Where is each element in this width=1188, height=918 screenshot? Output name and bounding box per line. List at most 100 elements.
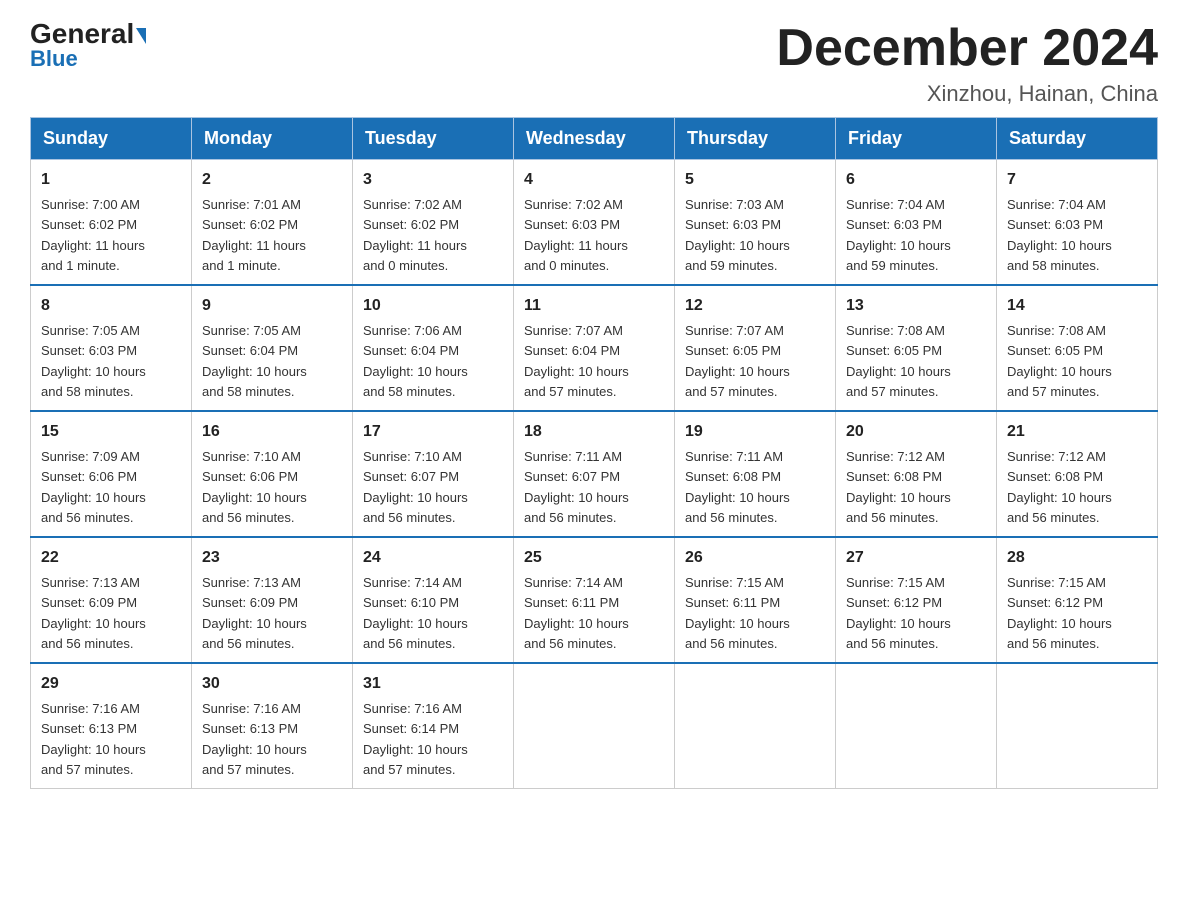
day-info: Sunrise: 7:06 AMSunset: 6:04 PMDaylight:… (363, 323, 468, 399)
day-info: Sunrise: 7:15 AMSunset: 6:12 PMDaylight:… (846, 575, 951, 651)
calendar-table: SundayMondayTuesdayWednesdayThursdayFrid… (30, 117, 1158, 789)
calendar-cell: 24Sunrise: 7:14 AMSunset: 6:10 PMDayligh… (353, 537, 514, 663)
day-info: Sunrise: 7:03 AMSunset: 6:03 PMDaylight:… (685, 197, 790, 273)
page-header: General Blue December 2024 Xinzhou, Hain… (30, 20, 1158, 107)
calendar-cell: 2 Sunrise: 7:01 AMSunset: 6:02 PMDaylight… (192, 160, 353, 286)
day-number: 16 (202, 420, 342, 444)
week-row-4: 22 Sunrise: 7:13 AMSunset: 6:09 PMDayligh… (31, 537, 1158, 663)
day-number: 27 (846, 546, 986, 570)
day-info: Sunrise: 7:16 AMSunset: 6:14 PMDaylight:… (363, 701, 468, 777)
day-info: Sunrise: 7:05 AMSunset: 6:03 PMDaylight:… (41, 323, 146, 399)
calendar-cell (514, 663, 675, 789)
week-row-1: 1Sunrise: 7:00 AMSunset: 6:02 PMDaylight… (31, 160, 1158, 286)
calendar-cell: 6Sunrise: 7:04 AMSunset: 6:03 PMDaylight… (836, 160, 997, 286)
calendar-cell: 12 Sunrise: 7:07 AMSunset: 6:05 PMDayligh… (675, 285, 836, 411)
day-info: Sunrise: 7:11 AMSunset: 6:08 PMDaylight:… (685, 449, 790, 525)
day-number: 26 (685, 546, 825, 570)
day-number: 23 (202, 546, 342, 570)
day-number: 7 (1007, 168, 1147, 192)
header-day-friday: Friday (836, 118, 997, 160)
day-number: 5 (685, 168, 825, 192)
week-row-2: 8 Sunrise: 7:05 AMSunset: 6:03 PMDaylight… (31, 285, 1158, 411)
day-number: 31 (363, 672, 503, 696)
day-info: Sunrise: 7:02 AMSunset: 6:03 PMDaylight:… (524, 197, 628, 273)
calendar-cell: 19Sunrise: 7:11 AMSunset: 6:08 PMDayligh… (675, 411, 836, 537)
day-number: 22 (41, 546, 181, 570)
day-number: 30 (202, 672, 342, 696)
day-info: Sunrise: 7:07 AMSunset: 6:04 PMDaylight:… (524, 323, 629, 399)
header-day-sunday: Sunday (31, 118, 192, 160)
calendar-cell (997, 663, 1158, 789)
calendar-cell: 26Sunrise: 7:15 AMSunset: 6:11 PMDayligh… (675, 537, 836, 663)
calendar-cell: 11 Sunrise: 7:07 AMSunset: 6:04 PMDayligh… (514, 285, 675, 411)
logo-triangle-icon (136, 28, 146, 44)
calendar-cell: 28 Sunrise: 7:15 AMSunset: 6:12 PMDayligh… (997, 537, 1158, 663)
day-number: 6 (846, 168, 986, 192)
day-info: Sunrise: 7:12 AMSunset: 6:08 PMDaylight:… (1007, 449, 1112, 525)
day-number: 8 (41, 294, 181, 318)
day-info: Sunrise: 7:04 AMSunset: 6:03 PMDaylight:… (1007, 197, 1112, 273)
calendar-cell: 29 Sunrise: 7:16 AMSunset: 6:13 PMDayligh… (31, 663, 192, 789)
day-number: 12 (685, 294, 825, 318)
day-number: 13 (846, 294, 986, 318)
day-info: Sunrise: 7:11 AMSunset: 6:07 PMDaylight:… (524, 449, 629, 525)
day-info: Sunrise: 7:09 AMSunset: 6:06 PMDaylight:… (41, 449, 146, 525)
calendar-cell: 3Sunrise: 7:02 AMSunset: 6:02 PMDaylight… (353, 160, 514, 286)
calendar-body: 1Sunrise: 7:00 AMSunset: 6:02 PMDaylight… (31, 160, 1158, 789)
day-number: 14 (1007, 294, 1147, 318)
calendar-cell: 15 Sunrise: 7:09 AMSunset: 6:06 PMDayligh… (31, 411, 192, 537)
day-info: Sunrise: 7:01 AMSunset: 6:02 PMDaylight:… (202, 197, 306, 273)
day-info: Sunrise: 7:13 AMSunset: 6:09 PMDaylight:… (41, 575, 146, 651)
calendar-cell: 16 Sunrise: 7:10 AMSunset: 6:06 PMDayligh… (192, 411, 353, 537)
calendar-cell: 20 Sunrise: 7:12 AMSunset: 6:08 PMDayligh… (836, 411, 997, 537)
week-row-5: 29 Sunrise: 7:16 AMSunset: 6:13 PMDayligh… (31, 663, 1158, 789)
day-number: 21 (1007, 420, 1147, 444)
day-info: Sunrise: 7:14 AMSunset: 6:10 PMDaylight:… (363, 575, 468, 651)
day-number: 15 (41, 420, 181, 444)
calendar-cell: 5 Sunrise: 7:03 AMSunset: 6:03 PMDaylight… (675, 160, 836, 286)
calendar-header: SundayMondayTuesdayWednesdayThursdayFrid… (31, 118, 1158, 160)
calendar-cell: 1Sunrise: 7:00 AMSunset: 6:02 PMDaylight… (31, 160, 192, 286)
calendar-cell: 25 Sunrise: 7:14 AMSunset: 6:11 PMDayligh… (514, 537, 675, 663)
day-number: 1 (41, 168, 181, 192)
day-info: Sunrise: 7:15 AMSunset: 6:12 PMDaylight:… (1007, 575, 1112, 651)
day-info: Sunrise: 7:10 AMSunset: 6:06 PMDaylight:… (202, 449, 307, 525)
calendar-cell (836, 663, 997, 789)
location-title: Xinzhou, Hainan, China (776, 81, 1158, 107)
calendar-cell: 18Sunrise: 7:11 AMSunset: 6:07 PMDayligh… (514, 411, 675, 537)
day-number: 11 (524, 294, 664, 318)
header-day-wednesday: Wednesday (514, 118, 675, 160)
day-number: 25 (524, 546, 664, 570)
header-row: SundayMondayTuesdayWednesdayThursdayFrid… (31, 118, 1158, 160)
logo-text: General (30, 20, 146, 48)
day-number: 2 (202, 168, 342, 192)
calendar-cell: 14 Sunrise: 7:08 AMSunset: 6:05 PMDayligh… (997, 285, 1158, 411)
header-day-thursday: Thursday (675, 118, 836, 160)
calendar-cell: 10 Sunrise: 7:06 AMSunset: 6:04 PMDayligh… (353, 285, 514, 411)
calendar-cell: 23 Sunrise: 7:13 AMSunset: 6:09 PMDayligh… (192, 537, 353, 663)
month-title: December 2024 (776, 20, 1158, 77)
day-number: 4 (524, 168, 664, 192)
calendar-cell: 17Sunrise: 7:10 AMSunset: 6:07 PMDayligh… (353, 411, 514, 537)
calendar-cell: 22 Sunrise: 7:13 AMSunset: 6:09 PMDayligh… (31, 537, 192, 663)
day-info: Sunrise: 7:12 AMSunset: 6:08 PMDaylight:… (846, 449, 951, 525)
day-info: Sunrise: 7:14 AMSunset: 6:11 PMDaylight:… (524, 575, 629, 651)
day-number: 29 (41, 672, 181, 696)
day-info: Sunrise: 7:08 AMSunset: 6:05 PMDaylight:… (846, 323, 951, 399)
day-number: 28 (1007, 546, 1147, 570)
logo-area: General Blue (30, 20, 146, 72)
day-number: 10 (363, 294, 503, 318)
day-number: 9 (202, 294, 342, 318)
day-info: Sunrise: 7:13 AMSunset: 6:09 PMDaylight:… (202, 575, 307, 651)
header-day-monday: Monday (192, 118, 353, 160)
calendar-cell: 9Sunrise: 7:05 AMSunset: 6:04 PMDaylight… (192, 285, 353, 411)
day-info: Sunrise: 7:16 AMSunset: 6:13 PMDaylight:… (41, 701, 146, 777)
day-info: Sunrise: 7:16 AMSunset: 6:13 PMDaylight:… (202, 701, 307, 777)
calendar-cell (675, 663, 836, 789)
calendar-cell: 4 Sunrise: 7:02 AMSunset: 6:03 PMDaylight… (514, 160, 675, 286)
calendar-cell: 13 Sunrise: 7:08 AMSunset: 6:05 PMDayligh… (836, 285, 997, 411)
day-number: 20 (846, 420, 986, 444)
day-info: Sunrise: 7:08 AMSunset: 6:05 PMDaylight:… (1007, 323, 1112, 399)
week-row-3: 15 Sunrise: 7:09 AMSunset: 6:06 PMDayligh… (31, 411, 1158, 537)
day-info: Sunrise: 7:07 AMSunset: 6:05 PMDaylight:… (685, 323, 790, 399)
